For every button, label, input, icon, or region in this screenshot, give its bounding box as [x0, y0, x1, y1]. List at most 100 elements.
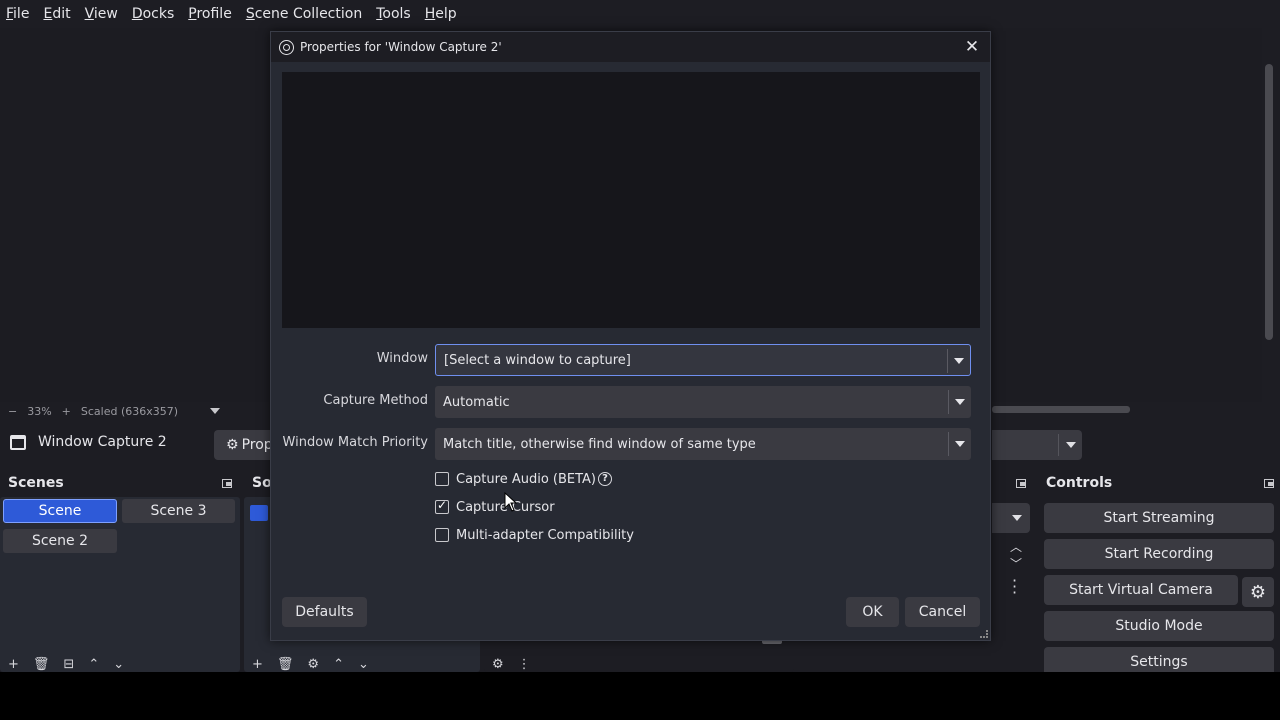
capture-method-value: Automatic	[443, 394, 510, 410]
close-icon[interactable]: ✕	[962, 37, 982, 57]
virtual-camera-settings-button[interactable]: ⚙	[1242, 577, 1274, 607]
selected-source-name: Window Capture 2	[38, 434, 167, 450]
multi-adapter-checkbox[interactable]	[435, 528, 449, 542]
capture-audio-checkbox-row[interactable]: Capture Audio (BETA) ?	[435, 469, 613, 489]
multi-adapter-checkbox-row[interactable]: Multi-adapter Compatibility	[435, 525, 634, 545]
defaults-button[interactable]: Defaults	[282, 597, 367, 627]
window-icon	[250, 505, 268, 521]
divider	[948, 432, 949, 456]
match-priority-row: Window Match Priority Match title, other…	[271, 428, 990, 460]
match-priority-select[interactable]: Match title, otherwise find window of sa…	[435, 428, 971, 460]
properties-button[interactable]: ⚙ Prop	[214, 430, 274, 460]
menu-file[interactable]: File	[6, 6, 29, 22]
obs-logo-icon	[279, 39, 294, 55]
button-label: Defaults	[295, 604, 354, 620]
chevron-down-icon[interactable]: ﹀	[1010, 555, 1022, 572]
menu-bar: File Edit View Docks Profile Scene Colle…	[0, 0, 1280, 27]
gear-icon[interactable]: ⚙	[492, 657, 504, 672]
start-streaming-button[interactable]: Start Streaming	[1044, 503, 1274, 533]
zoom-out-button[interactable]: −	[8, 405, 17, 418]
sources-toolbar: + 🗑 ⚙ ⌃ ⌄	[252, 657, 369, 672]
filter-icon[interactable]: ⊟	[63, 657, 74, 672]
preview-horizontal-scrollbar[interactable]	[992, 405, 1262, 415]
scenes-dock: Scenes Scene Scene 3 Scene 2 + 🗑 ⊟ ⌃ ⌄	[0, 473, 240, 672]
capture-audio-label[interactable]: Capture Audio (BETA)	[456, 472, 596, 487]
chevron-down-icon	[1066, 442, 1076, 448]
chevron-down-icon[interactable]: ⌄	[358, 657, 369, 672]
more-icon[interactable]: · · ·	[1012, 573, 1017, 601]
transition-dropdown[interactable]	[992, 503, 1030, 533]
capture-audio-checkbox[interactable]	[435, 472, 449, 486]
chevron-up-icon[interactable]: ⌃	[333, 657, 344, 672]
chevron-down-icon	[954, 358, 964, 364]
undock-icon[interactable]	[1016, 479, 1026, 488]
dialog-title: Properties for 'Window Capture 2'	[300, 40, 502, 54]
menu-edit[interactable]: Edit	[43, 6, 70, 22]
scrollbar-thumb[interactable]	[1265, 64, 1273, 340]
divider	[947, 349, 948, 373]
match-priority-label: Window Match Priority	[282, 435, 428, 450]
scene-item-scene[interactable]: Scene	[3, 499, 117, 523]
trash-icon[interactable]: 🗑	[277, 657, 294, 672]
capture-method-select[interactable]: Automatic	[435, 386, 971, 418]
scrollbar-thumb[interactable]	[992, 406, 1130, 413]
add-icon[interactable]: +	[252, 657, 263, 672]
chevron-down-icon	[955, 441, 965, 447]
properties-dialog: Properties for 'Window Capture 2' ✕ Wind…	[270, 31, 991, 641]
capture-cursor-checkbox[interactable]	[435, 498, 449, 514]
chevron-down-icon[interactable]	[210, 408, 221, 414]
multi-adapter-label[interactable]: Multi-adapter Compatibility	[456, 528, 634, 543]
obs-main-window: File Edit View Docks Profile Scene Colle…	[0, 0, 1280, 672]
trash-icon[interactable]: 🗑	[33, 657, 50, 672]
ok-button[interactable]: OK	[846, 597, 899, 627]
window-select-value: [Select a window to capture]	[444, 352, 631, 368]
chevron-down-icon	[955, 399, 965, 405]
gear-icon[interactable]: ⚙	[307, 657, 319, 672]
selected-source: Window Capture 2	[10, 434, 167, 450]
window-icon	[10, 434, 26, 450]
resize-grip[interactable]	[980, 630, 988, 638]
chevron-down-icon[interactable]: ⌄	[113, 657, 124, 672]
scenes-title: Scenes	[8, 475, 64, 491]
button-label: Start Streaming	[1103, 510, 1215, 526]
chevron-up-icon[interactable]: ︿	[1010, 538, 1022, 555]
chevron-down-icon	[1012, 515, 1022, 521]
menu-help[interactable]: Help	[425, 6, 457, 22]
dialog-titlebar[interactable]: Properties for 'Window Capture 2' ✕	[271, 32, 990, 62]
add-icon[interactable]: +	[8, 657, 19, 672]
scene-label: Scene 2	[31, 533, 89, 549]
properties-label: Prop	[241, 437, 273, 453]
button-label: Start Recording	[1104, 546, 1214, 562]
menu-view[interactable]: View	[85, 6, 118, 22]
start-virtual-camera-button[interactable]: Start Virtual Camera	[1044, 575, 1238, 605]
screen-bottom	[0, 672, 1280, 720]
match-priority-value: Match title, otherwise find window of sa…	[443, 436, 756, 452]
menu-tools[interactable]: Tools	[376, 6, 411, 22]
help-icon[interactable]: ?	[598, 472, 613, 486]
window-row: Window [Select a window to capture]	[271, 344, 990, 376]
source-toolbar-dropdown[interactable]	[992, 430, 1082, 460]
window-select[interactable]: [Select a window to capture]	[435, 344, 971, 376]
undock-icon[interactable]	[222, 479, 232, 488]
scene-item-scene-2[interactable]: Scene 2	[3, 529, 117, 553]
capture-cursor-checkbox-row[interactable]: Capture Cursor	[435, 497, 555, 517]
menu-profile[interactable]: Profile	[188, 6, 232, 22]
settings-button[interactable]: Settings	[1044, 647, 1274, 672]
preview-vertical-scrollbar[interactable]	[1262, 28, 1276, 402]
menu-scene-collection[interactable]: Scene Collection	[246, 6, 362, 22]
cancel-button[interactable]: Cancel	[905, 597, 980, 627]
chevron-up-icon[interactable]: ⌃	[88, 657, 99, 672]
zoom-in-button[interactable]: +	[62, 405, 71, 418]
undock-icon[interactable]	[1264, 479, 1274, 488]
capture-method-row: Capture Method Automatic	[271, 386, 990, 418]
gear-icon: ⚙	[1249, 581, 1267, 603]
button-label: Start Virtual Camera	[1069, 582, 1213, 598]
menu-docks[interactable]: Docks	[132, 6, 174, 22]
scene-item-scene-3[interactable]: Scene 3	[122, 499, 235, 523]
more-icon[interactable]: ⋮	[518, 657, 531, 672]
studio-mode-button[interactable]: Studio Mode	[1044, 611, 1274, 641]
controls-title: Controls	[1046, 475, 1113, 491]
button-label: Cancel	[918, 604, 967, 620]
start-recording-button[interactable]: Start Recording	[1044, 539, 1274, 569]
source-preview	[282, 72, 980, 328]
